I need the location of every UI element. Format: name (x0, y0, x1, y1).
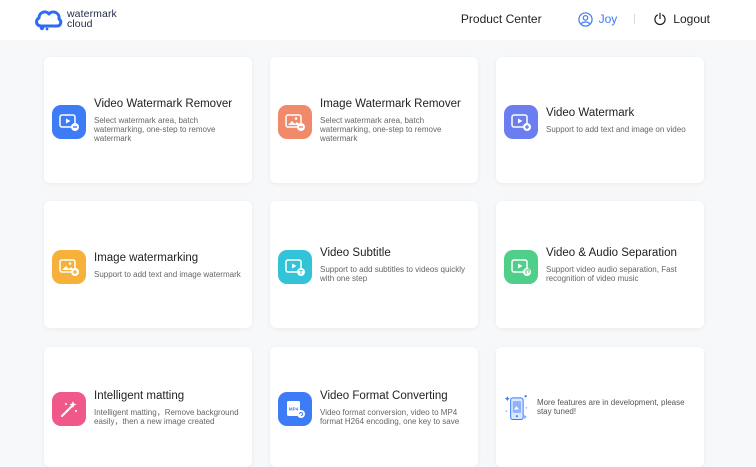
card-intelligent-matting[interactable]: Intelligent matting Intelligent matting，… (44, 347, 252, 467)
logo-line2: cloud (67, 18, 93, 30)
user-menu[interactable]: Joy (577, 11, 618, 27)
top-header: watermark cloud Product Center Joy Logou… (0, 0, 756, 40)
card-image-watermarking[interactable]: Image watermarking Support to add text a… (44, 201, 252, 328)
card-description: Select watermark area, batch watermarkin… (94, 116, 216, 143)
user-icon (577, 11, 593, 27)
card-description: Support to add text and image on video (546, 125, 686, 134)
card-video-subtitle[interactable]: T Video Subtitle Support to add subtitle… (270, 201, 478, 328)
matting-icon (52, 392, 86, 426)
card-image-watermark-remover[interactable]: Image Watermark Remover Select watermark… (270, 57, 478, 183)
top-nav: Product Center Joy Logout (461, 0, 710, 38)
card-description: Video format conversion, video to MP4 fo… (320, 407, 460, 426)
card-video-watermark-remover[interactable]: Video Watermark Remover Select watermark… (44, 57, 252, 183)
product-center-link[interactable]: Product Center (461, 12, 542, 26)
power-icon (654, 12, 666, 26)
card-title: Image watermarking (94, 251, 199, 264)
card-more-features: More features are in development, please… (496, 347, 704, 467)
card-title: Video Watermark Remover (94, 98, 233, 110)
video-remove-icon (52, 105, 86, 139)
image-watermark-icon (52, 249, 86, 284)
card-description: Support to add subtitles to videos quick… (320, 265, 465, 283)
audio-separation-icon (504, 249, 538, 284)
image-remove-icon (278, 105, 312, 139)
cloud-logo-icon (33, 6, 63, 32)
coming-soon-icon (504, 395, 528, 420)
card-description: Select watermark area, batch watermarkin… (320, 116, 442, 143)
card-video-format-converting[interactable]: MP4 Video Format Converting Video format… (270, 347, 478, 467)
card-title: Image Watermark Remover (320, 98, 461, 110)
video-watermark-icon (504, 105, 538, 139)
card-description: Support to add text and image watermark (94, 269, 241, 279)
nav-divider (634, 14, 636, 24)
card-title: Intelligent matting (94, 389, 185, 402)
svg-text:MP4: MP4 (289, 407, 299, 412)
card-video-audio-separation[interactable]: Video & Audio Separation Support video a… (496, 201, 704, 328)
card-description: Intelligent matting，Remove background ea… (94, 407, 239, 426)
video-subtitle-icon: T (278, 249, 312, 284)
card-title: Video Subtitle (320, 247, 391, 259)
format-convert-icon: MP4 (278, 392, 312, 426)
more-features-text: More features are in development, please… (536, 398, 685, 416)
card-title: Video Watermark (546, 107, 635, 119)
card-video-watermark[interactable]: Video Watermark Support to add text and … (496, 57, 704, 183)
logout-label: Logout (673, 12, 710, 26)
card-title: Video Format Converting (320, 389, 448, 402)
logo[interactable]: watermark cloud (33, 6, 117, 32)
card-title: Video & Audio Separation (546, 247, 677, 259)
svg-text:T: T (299, 270, 303, 276)
card-description: Support video audio separation, Fast rec… (546, 265, 677, 283)
logout-button[interactable]: Logout (653, 12, 710, 26)
username: Joy (598, 12, 618, 26)
